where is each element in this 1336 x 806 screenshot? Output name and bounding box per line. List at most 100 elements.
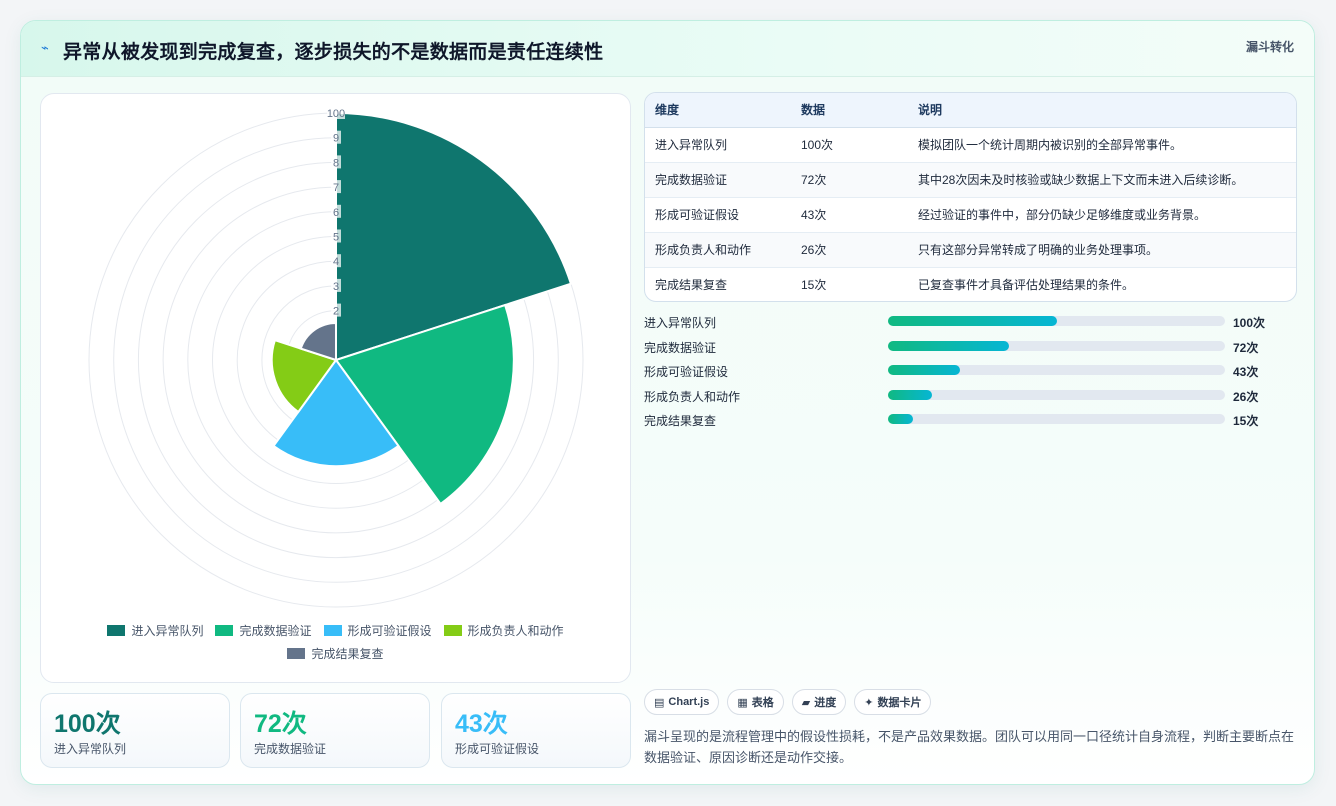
progress-track: [888, 414, 1225, 424]
chip-label: Chart.js: [668, 696, 710, 708]
legend-swatch: [215, 625, 234, 636]
chart-type-tag: 漏斗转化: [1245, 40, 1294, 54]
progress-fill: [888, 365, 961, 375]
progress-value: 26次: [1233, 389, 1259, 404]
table-row: 形成可验证假设 43次 经过验证的事件中，部分仍缺少足够维度或业务背景。: [645, 197, 1296, 233]
kpi-label: 完成数据验证: [254, 742, 327, 756]
column-header: 说明: [918, 93, 1296, 128]
legend-label: 完成结果复查: [311, 647, 384, 661]
table-row: 进入异常队列 100次 模拟团队一个统计周期内被识别的全部异常事件。: [645, 127, 1296, 163]
table-cell: 模拟团队一个统计周期内被识别的全部异常事件。: [918, 127, 1296, 163]
table-row: 完成结果复查 15次 已复查事件才具备评估处理结果的条件。: [645, 267, 1296, 301]
progress-fill: [888, 340, 1010, 351]
progress-row: 进入异常队列 100次: [644, 311, 1304, 336]
sparkle-icon: ✦: [864, 696, 874, 709]
progress-value: 72次: [1233, 340, 1259, 355]
table-cell: 只有这部分异常转成了明确的业务处理事项。: [918, 232, 1296, 268]
kpi-card: 72次 完成数据验证: [240, 693, 430, 768]
legend-label: 形成负责人和动作: [467, 624, 564, 638]
column-header: 数据: [801, 93, 918, 128]
tick-label: 100: [327, 108, 345, 120]
legend-item[interactable]: 形成可验证假设: [323, 622, 432, 639]
table-cell: 已复查事件才具备评估处理结果的条件。: [918, 278, 1135, 293]
table-cell: 100次: [801, 127, 918, 163]
tick-label: 6: [333, 207, 339, 219]
progress-track: [888, 340, 1225, 351]
tick-label: 3: [333, 281, 339, 293]
page-title: 异常从被发现到完成复查，逐步损失的不是数据而是责任连续性: [63, 42, 604, 63]
lightning-icon: ⌁: [41, 40, 49, 55]
progress-track: [888, 365, 1225, 375]
dashboard-card: ⌁ 异常从被发现到完成复查，逐步损失的不是数据而是责任连续性 漏斗转化 100 9…: [20, 20, 1315, 785]
chip-label: 数据卡片: [877, 697, 922, 709]
legend-item[interactable]: 进入异常队列: [107, 622, 203, 639]
progress-list: 进入异常队列 100次 完成数据验证 72次 形成可验证假设 43次 形成负责人…: [644, 311, 1304, 434]
kpi-card: 100次 进入异常队列: [40, 693, 230, 768]
table-row: 完成数据验证 72次 其中28次因未及时核验或缺少数据上下文而未进入后续诊断。: [645, 162, 1296, 198]
progress-label: 完成结果复查: [644, 414, 717, 428]
progress-label: 形成负责人和动作: [644, 389, 741, 404]
progress-row: 形成可验证假设 43次: [644, 360, 1304, 385]
legend-swatch: [107, 625, 126, 636]
polar-chart-panel: 100 9 8 7 6 5 4 3 2 进入异常队列 完成数据验证 形成可验证假设 形成负责人和…: [40, 93, 631, 683]
table-cell: 26次: [801, 232, 918, 268]
legend-label: 完成数据验证: [239, 624, 312, 638]
header: ⌁ 异常从被发现到完成复查，逐步损失的不是数据而是责任连续性 漏斗转化: [21, 21, 1314, 77]
tick-label: 4: [333, 256, 339, 268]
progress-label: 形成可验证假设: [644, 365, 729, 379]
legend-item[interactable]: 形成负责人和动作: [443, 622, 564, 639]
kpi-value: 100次: [54, 710, 121, 738]
chip-chartjs[interactable]: ▤ Chart.js: [644, 689, 720, 715]
table-cell: 经过验证的事件中，部分仍缺少足够维度或业务背景。: [918, 197, 1296, 233]
chart-icon: ▤: [654, 696, 665, 709]
tech-chips: ▤ Chart.js ▦ 表格 ▰ 进度 ✦ 数据卡片: [644, 689, 932, 715]
legend-swatch: [323, 625, 342, 636]
legend-label: 形成可验证假设: [347, 624, 432, 638]
table-cell: 完成结果复查: [655, 278, 728, 293]
tick-label: 8: [333, 157, 339, 169]
table-cell: 72次: [801, 162, 918, 198]
chip-table[interactable]: ▦ 表格: [727, 689, 784, 715]
table-header-row: 维度 数据 说明: [645, 93, 1296, 128]
legend-item[interactable]: 完成结果复查: [287, 645, 384, 662]
table-row: 形成负责人和动作 26次 只有这部分异常转成了明确的业务处理事项。: [645, 232, 1296, 268]
table-cell: 15次: [801, 278, 827, 293]
chart-legend: 进入异常队列 完成数据验证 形成可验证假设 形成负责人和动作 完成结果复查: [41, 622, 630, 668]
chip-progress[interactable]: ▰ 进度: [791, 689, 847, 715]
legend-item[interactable]: 完成数据验证: [215, 622, 312, 639]
chip-label: 进度: [814, 697, 837, 709]
progress-icon: ▰: [801, 696, 811, 709]
progress-fill: [888, 316, 1057, 326]
progress-row: 完成结果复查 15次: [644, 409, 1304, 434]
kpi-label: 进入异常队列: [54, 742, 127, 756]
chip-label: 表格: [751, 697, 774, 709]
table-cell: 43次: [801, 197, 918, 233]
legend-swatch: [443, 625, 462, 636]
progress-fill: [888, 389, 932, 400]
chip-data-cards[interactable]: ✦ 数据卡片: [854, 689, 932, 715]
table-cell: 其中28次因未及时核验或缺少数据上下文而未进入后续诊断。: [918, 162, 1296, 198]
footnote: 漏斗呈现的是流程管理中的假设性损耗，不是产品效果数据。团队可以用同一口径统计自身…: [644, 729, 1295, 765]
progress-fill: [888, 414, 914, 424]
tick-label: 5: [333, 232, 339, 244]
legend-label: 进入异常队列: [131, 624, 204, 638]
progress-value: 100次: [1233, 316, 1266, 330]
table-cell: 形成负责人和动作: [645, 232, 801, 268]
table-icon: ▦: [737, 696, 748, 709]
kpi-card: 43次 形成可验证假设: [441, 693, 631, 768]
column-header: 维度: [645, 93, 801, 128]
progress-value: 43次: [1233, 365, 1259, 379]
table-cell: 进入异常队列: [645, 127, 801, 163]
polar-area-chart[interactable]: 100 9 8 7 6 5 4 3 2: [41, 94, 632, 619]
data-table: 维度 数据 说明 进入异常队列 100次 模拟团队一个统计周期内被识别的全部异常…: [644, 92, 1297, 302]
tick-label: 2: [333, 306, 339, 318]
progress-track: [888, 389, 1225, 400]
progress-row: 形成负责人和动作 26次: [644, 385, 1304, 410]
table-cell: 形成可验证假设: [645, 197, 801, 233]
progress-row: 完成数据验证 72次: [644, 336, 1304, 361]
kpi-label: 形成可验证假设: [455, 742, 540, 756]
kpi-value: 72次: [254, 710, 307, 738]
progress-track: [888, 316, 1225, 326]
kpi-value: 43次: [455, 710, 508, 738]
progress-label: 完成数据验证: [644, 340, 717, 355]
